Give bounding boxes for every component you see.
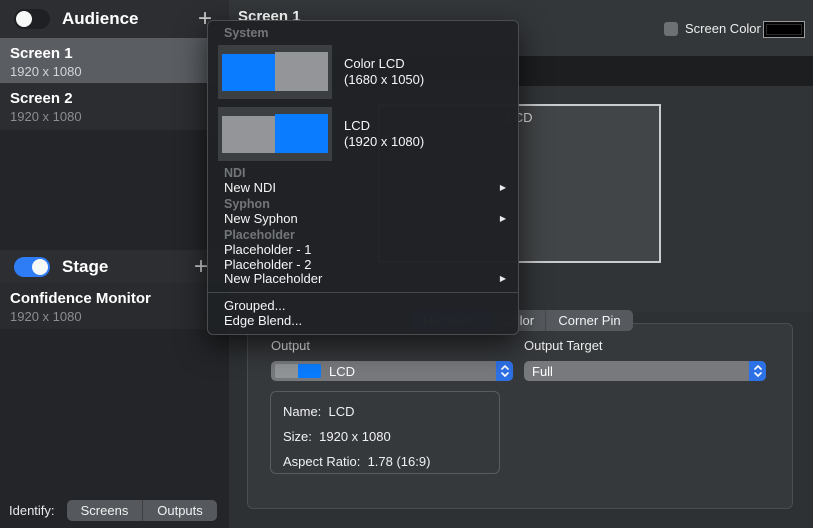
dropdown-chevrons-icon xyxy=(749,361,766,381)
output-display-thumbnail xyxy=(275,364,321,378)
menu-item-label: New NDI xyxy=(224,181,276,196)
thumbnail-other-display xyxy=(222,116,275,153)
thumbnail-other-display xyxy=(275,364,298,378)
info-name-value: LCD xyxy=(329,404,355,419)
screen-list-item[interactable]: Screen 2 1920 x 1080 xyxy=(0,83,229,130)
menu-item-new-syphon[interactable]: New Syphon ▶ xyxy=(208,212,518,227)
menu-item-label: New Syphon xyxy=(224,212,298,227)
screen-resolution: 1920 x 1080 xyxy=(10,108,219,125)
screen-color-checkbox[interactable] xyxy=(664,22,678,36)
display-arrangement-thumbnail xyxy=(218,45,332,99)
stage-toggle[interactable] xyxy=(14,257,50,277)
info-size-row: Size: 1920 x 1080 xyxy=(283,424,487,449)
screen-resolution: 1920 x 1080 xyxy=(10,308,219,325)
menu-item-label: Placeholder - 1 xyxy=(224,243,311,258)
info-aspect-label: Aspect Ratio: xyxy=(283,454,360,469)
screens-configuration-window: Audience + Screen 1 1920 x 1080 Screen 2… xyxy=(0,0,813,528)
menu-item-label: Edge Blend... xyxy=(224,314,302,329)
output-target-value: Full xyxy=(532,364,553,379)
screen-color-label: Screen Color xyxy=(685,21,761,36)
identify-bar: Identify: Screens Outputs xyxy=(0,493,229,528)
screen-name: Screen 2 xyxy=(10,89,219,108)
identify-outputs-button[interactable]: Outputs xyxy=(142,500,217,521)
menu-item-placeholder-1[interactable]: Placeholder - 1 xyxy=(208,243,518,258)
menu-item-new-placeholder[interactable]: New Placeholder ▶ xyxy=(208,272,518,287)
menu-item-label: New Placeholder xyxy=(224,272,322,287)
identify-label: Identify: xyxy=(9,503,55,518)
output-target-label: Output Target xyxy=(524,338,603,353)
thumbnail-other-display xyxy=(275,52,328,91)
color-swatch xyxy=(766,24,802,35)
stage-section-header: Stage + xyxy=(0,250,229,283)
output-label: Output xyxy=(271,338,310,353)
audience-section-header: Audience + xyxy=(0,0,229,38)
display-name: LCD xyxy=(344,118,424,134)
output-value: LCD xyxy=(329,364,355,379)
menu-section-syphon: Syphon xyxy=(208,196,518,212)
thumbnail-selected-display xyxy=(298,364,321,378)
tab-corner-pin[interactable]: Corner Pin xyxy=(545,310,633,331)
screen-name: Screen 1 xyxy=(10,44,219,63)
submenu-arrow-icon: ▶ xyxy=(500,181,506,196)
info-name-row: Name: LCD xyxy=(283,399,487,424)
toggle-knob xyxy=(16,11,32,27)
menu-item-color-lcd[interactable]: Color LCD (1680 x 1050) xyxy=(208,41,518,103)
add-screen-context-menu: System Color LCD (1680 x 1050) LCD (1920… xyxy=(207,20,519,335)
info-name-label: Name: xyxy=(283,404,321,419)
screen-color-well[interactable] xyxy=(763,21,805,38)
info-aspect-row: Aspect Ratio: 1.78 (16:9) xyxy=(283,449,487,474)
dropdown-chevrons-icon xyxy=(496,361,513,381)
menu-separator xyxy=(208,292,518,293)
output-target-dropdown[interactable]: Full xyxy=(524,361,766,381)
menu-display-label: Color LCD (1680 x 1050) xyxy=(344,56,424,88)
screen-list-item[interactable]: Screen 1 1920 x 1080 xyxy=(0,38,229,83)
menu-section-placeholder: Placeholder xyxy=(208,227,518,243)
menu-display-label: LCD (1920 x 1080) xyxy=(344,118,424,150)
menu-item-label: Placeholder - 2 xyxy=(224,258,311,273)
submenu-arrow-icon: ▶ xyxy=(500,272,506,287)
identify-segmented-control: Screens Outputs xyxy=(67,500,217,521)
display-info-box: Name: LCD Size: 1920 x 1080 Aspect Ratio… xyxy=(270,391,500,474)
info-size-value: 1920 x 1080 xyxy=(319,429,391,444)
hardware-groupbox: Output LCD Output Target Full Name: xyxy=(247,323,793,509)
display-resolution: (1680 x 1050) xyxy=(344,72,424,88)
menu-item-label: Grouped... xyxy=(224,299,285,314)
thumbnail-highlighted-display xyxy=(275,114,328,153)
audience-section-title: Audience xyxy=(62,9,139,29)
screen-list-item[interactable]: Confidence Monitor 1920 x 1080 xyxy=(0,283,229,329)
output-dropdown[interactable]: LCD xyxy=(271,361,513,381)
display-resolution: (1920 x 1080) xyxy=(344,134,424,150)
audience-toggle[interactable] xyxy=(14,9,50,29)
menu-item-placeholder-2[interactable]: Placeholder - 2 xyxy=(208,258,518,273)
info-aspect-value: 1.78 (16:9) xyxy=(368,454,431,469)
screen-resolution: 1920 x 1080 xyxy=(10,63,219,80)
sidebar: Audience + Screen 1 1920 x 1080 Screen 2… xyxy=(0,0,229,528)
menu-item-grouped[interactable]: Grouped... xyxy=(208,299,518,314)
info-size-label: Size: xyxy=(283,429,312,444)
display-name: Color LCD xyxy=(344,56,424,72)
submenu-arrow-icon: ▶ xyxy=(500,212,506,227)
toggle-knob xyxy=(32,259,48,275)
thumbnail-highlighted-display xyxy=(222,54,275,91)
screen-name: Confidence Monitor xyxy=(10,289,219,308)
identify-screens-button[interactable]: Screens xyxy=(67,500,142,521)
menu-section-ndi: NDI xyxy=(208,165,518,181)
menu-item-new-ndi[interactable]: New NDI ▶ xyxy=(208,181,518,196)
menu-section-system: System xyxy=(208,25,518,41)
stage-section-title: Stage xyxy=(62,257,108,277)
display-arrangement-thumbnail xyxy=(218,107,332,161)
menu-item-edge-blend[interactable]: Edge Blend... xyxy=(208,314,518,329)
menu-item-lcd[interactable]: LCD (1920 x 1080) xyxy=(208,103,518,165)
